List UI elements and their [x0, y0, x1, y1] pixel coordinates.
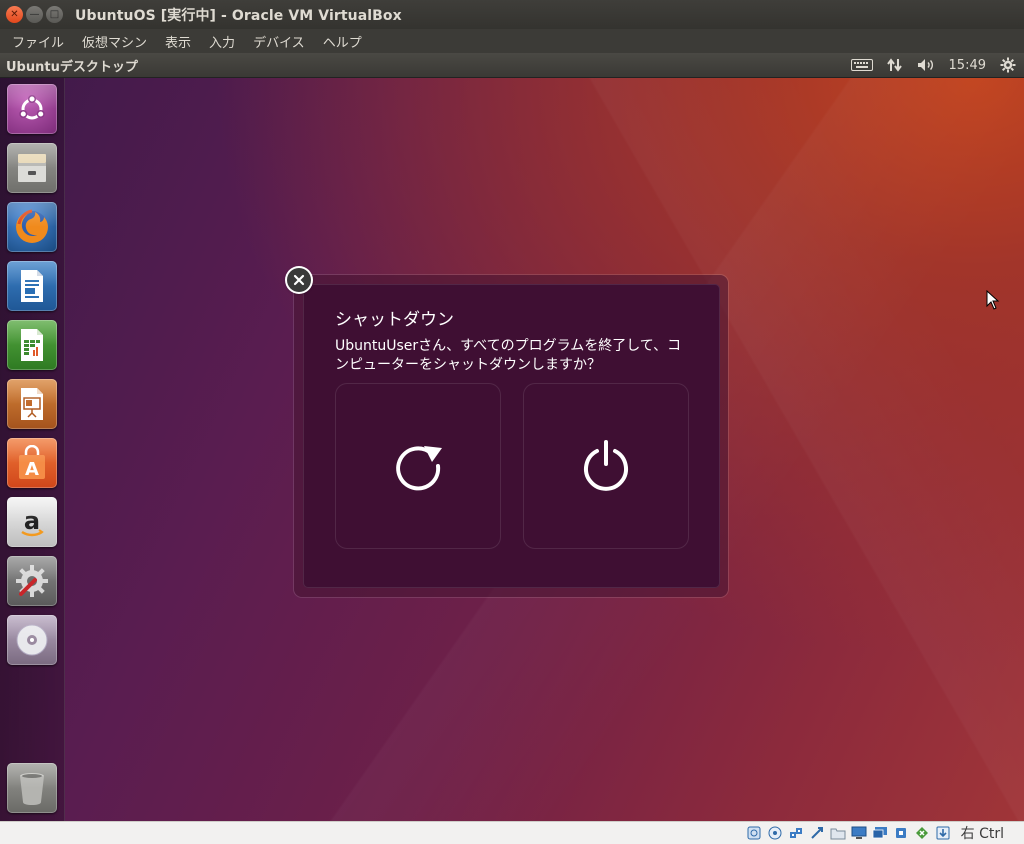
launcher-software-center[interactable]: A — [7, 438, 57, 488]
optical-disk-icon[interactable] — [767, 825, 783, 841]
menu-machine[interactable]: 仮想マシン — [82, 32, 147, 51]
menu-help[interactable]: ヘルプ — [323, 32, 362, 51]
cpu-icon[interactable] — [893, 825, 909, 841]
trash-icon — [20, 773, 44, 805]
launcher-dash-home[interactable] — [7, 84, 57, 134]
vm-statusbar: 右 Ctrl — [0, 821, 1024, 844]
menubar: ファイル 仮想マシン 表示 入力 デバイス ヘルプ — [0, 29, 1024, 53]
panel-clock[interactable]: 15:49 — [949, 58, 986, 73]
display-icon[interactable] — [851, 825, 867, 841]
window-controls: ✕ — □ — [6, 6, 63, 23]
keyboard-capture-icon[interactable] — [935, 825, 951, 841]
mouse-cursor-icon — [986, 289, 1000, 314]
power-off-button[interactable] — [523, 383, 689, 549]
launcher-firefox[interactable] — [7, 202, 57, 252]
disc-icon — [16, 624, 48, 656]
writer-document-icon — [21, 270, 43, 302]
dialog-close-button[interactable] — [287, 268, 311, 292]
launcher-system-settings[interactable] — [7, 556, 57, 606]
firefox-icon — [16, 209, 48, 243]
window-maximize-button[interactable]: □ — [46, 6, 63, 23]
dialog-message: UbuntuUserさん、すべてのプログラムを終了して、コンピューターをシャット… — [335, 338, 682, 373]
launcher-libreoffice-writer[interactable] — [7, 261, 57, 311]
ubuntu-logo-icon — [19, 94, 45, 120]
shopping-bag-icon: A — [19, 445, 45, 480]
menu-input[interactable]: 入力 — [209, 32, 235, 51]
status-icons — [746, 825, 951, 841]
window-title: UbuntuOS [実行中] - Oracle VM VirtualBox — [75, 7, 402, 24]
ubuntu-top-panel: Ubuntuデスクトップ 15:49 — [0, 53, 1024, 78]
restart-button[interactable] — [335, 383, 501, 549]
impress-presentation-icon — [21, 388, 43, 420]
launcher-files[interactable] — [7, 143, 57, 193]
launcher-amazon[interactable]: a — [7, 497, 57, 547]
menu-view[interactable]: 表示 — [165, 32, 191, 51]
mouse-integration-icon[interactable] — [914, 825, 930, 841]
keyboard-icon[interactable] — [850, 57, 873, 73]
usb-icon[interactable] — [809, 825, 825, 841]
restart-icon — [396, 446, 442, 491]
svg-text:A: A — [25, 459, 39, 480]
calc-spreadsheet-icon — [21, 329, 43, 361]
hard-disk-icon[interactable] — [746, 825, 762, 841]
menu-devices[interactable]: デバイス — [253, 32, 305, 51]
host-key-label: 右 Ctrl — [960, 826, 1004, 842]
menu-file[interactable]: ファイル — [12, 32, 64, 51]
close-icon — [293, 274, 305, 286]
file-cabinet-icon — [18, 154, 46, 182]
settings-tools-icon — [16, 565, 48, 597]
amazon-icon: a — [21, 507, 44, 537]
panel-indicators: 15:49 — [850, 57, 1016, 73]
panel-title: Ubuntuデスクトップ — [6, 59, 138, 75]
launcher-libreoffice-calc[interactable] — [7, 320, 57, 370]
power-icon — [584, 440, 628, 491]
svg-text:a: a — [24, 507, 40, 535]
launcher-libreoffice-impress[interactable] — [7, 379, 57, 429]
window-minimize-button[interactable]: — — [26, 6, 43, 23]
gear-icon[interactable] — [1000, 57, 1016, 73]
launcher-trash[interactable] — [7, 763, 57, 813]
launcher: A a — [0, 78, 65, 821]
video-capture-icon[interactable] — [872, 825, 888, 841]
window-close-button[interactable]: ✕ — [6, 6, 23, 23]
shared-folders-icon[interactable] — [830, 825, 846, 841]
network-icon[interactable] — [886, 57, 903, 73]
network-adapter-icon[interactable] — [788, 825, 804, 841]
volume-icon[interactable] — [917, 57, 935, 73]
launcher-dvd[interactable] — [7, 615, 57, 665]
window-titlebar: ✕ — □ UbuntuOS [実行中] - Oracle VM Virtual… — [0, 0, 1024, 29]
dialog-title: シャットダウン — [335, 310, 454, 330]
